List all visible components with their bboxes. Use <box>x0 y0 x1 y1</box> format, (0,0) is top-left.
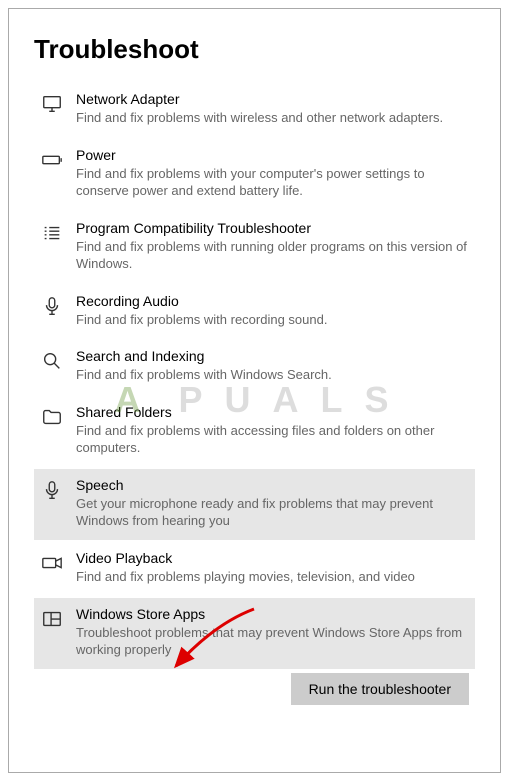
item-title: Power <box>76 147 467 163</box>
troubleshoot-item-video-playback[interactable]: Video Playback Find and fix problems pla… <box>34 542 475 596</box>
item-desc: Troubleshoot problems that may prevent W… <box>76 624 467 659</box>
item-title: Program Compatibility Troubleshooter <box>76 220 467 236</box>
microphone-icon <box>38 293 66 317</box>
troubleshoot-item-windows-store-apps[interactable]: Windows Store Apps Troubleshoot problems… <box>34 598 475 669</box>
item-desc: Find and fix problems with Windows Searc… <box>76 366 467 384</box>
run-troubleshooter-button[interactable]: Run the troubleshooter <box>291 673 469 705</box>
video-icon <box>38 550 66 574</box>
item-desc: Find and fix problems with accessing fil… <box>76 422 467 457</box>
apps-grid-icon <box>38 606 66 630</box>
troubleshoot-item-recording-audio[interactable]: Recording Audio Find and fix problems wi… <box>34 285 475 339</box>
item-desc: Find and fix problems with recording sou… <box>76 311 467 329</box>
troubleshoot-item-speech[interactable]: Speech Get your microphone ready and fix… <box>34 469 475 540</box>
monitor-icon <box>38 91 66 115</box>
item-title: Windows Store Apps <box>76 606 467 622</box>
item-title: Shared Folders <box>76 404 467 420</box>
item-desc: Get your microphone ready and fix proble… <box>76 495 467 530</box>
list-icon <box>38 220 66 244</box>
item-desc: Find and fix problems playing movies, te… <box>76 568 467 586</box>
microphone-icon <box>38 477 66 501</box>
troubleshoot-item-network-adapter[interactable]: Network Adapter Find and fix problems wi… <box>34 83 475 137</box>
folder-icon <box>38 404 66 428</box>
troubleshoot-item-shared-folders[interactable]: Shared Folders Find and fix problems wit… <box>34 396 475 467</box>
search-icon <box>38 348 66 372</box>
item-title: Search and Indexing <box>76 348 467 364</box>
item-title: Speech <box>76 477 467 493</box>
item-desc: Find and fix problems with running older… <box>76 238 467 273</box>
page-title: Troubleshoot <box>34 34 475 65</box>
item-desc: Find and fix problems with wireless and … <box>76 109 467 127</box>
battery-icon <box>38 147 66 171</box>
item-desc: Find and fix problems with your computer… <box>76 165 467 200</box>
item-title: Recording Audio <box>76 293 467 309</box>
item-title: Video Playback <box>76 550 467 566</box>
troubleshoot-item-program-compatibility[interactable]: Program Compatibility Troubleshooter Fin… <box>34 212 475 283</box>
item-title: Network Adapter <box>76 91 467 107</box>
troubleshoot-item-power[interactable]: Power Find and fix problems with your co… <box>34 139 475 210</box>
troubleshoot-item-search-indexing[interactable]: Search and Indexing Find and fix problem… <box>34 340 475 394</box>
